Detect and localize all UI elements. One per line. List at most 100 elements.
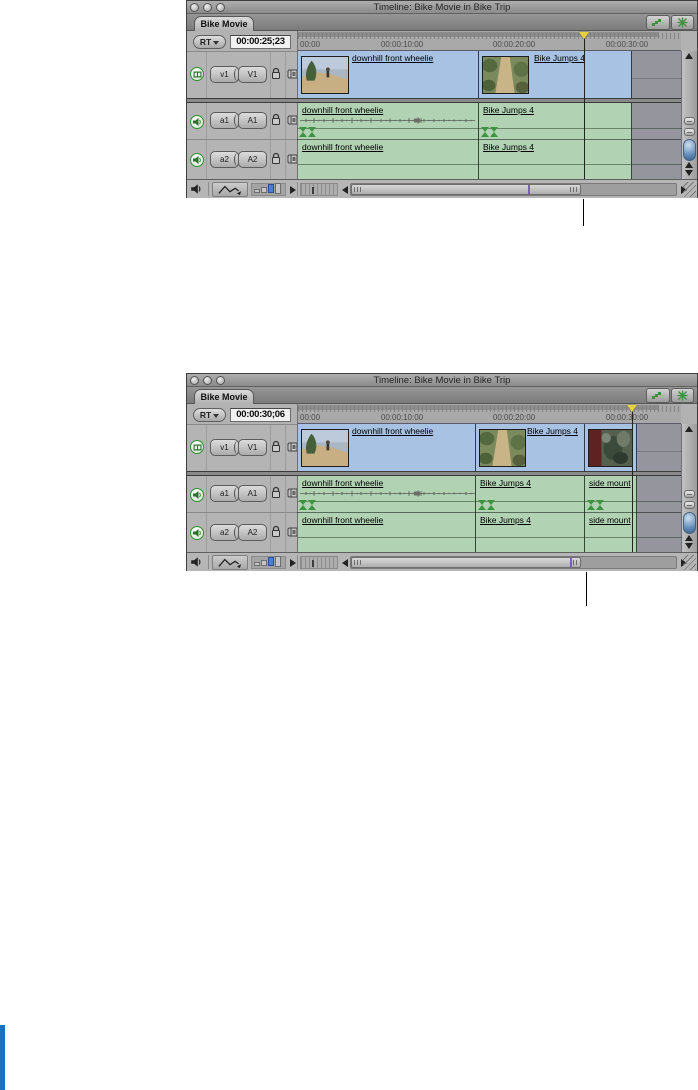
scroll-up-arrow[interactable] — [685, 53, 693, 59]
track-area-shade-handle[interactable] — [684, 117, 695, 125]
track-visibility-button[interactable] — [190, 67, 204, 81]
playhead[interactable] — [579, 32, 589, 39]
sequence-tab[interactable]: Bike Movie — [194, 389, 254, 404]
scrollbar-thumb[interactable] — [683, 139, 696, 161]
audio-clip[interactable]: Bike Jumps 4 — [479, 103, 632, 140]
sequence-tab[interactable]: Bike Movie — [194, 16, 254, 31]
track-height-medium[interactable] — [261, 187, 267, 193]
track-area-shade-handle[interactable] — [684, 490, 695, 498]
destination-control-A2[interactable]: A2 — [238, 524, 267, 541]
audible-button[interactable] — [190, 183, 202, 195]
vertical-scrollbar[interactable] — [681, 51, 697, 179]
scroll-down-arrow[interactable] — [685, 170, 693, 176]
video-track-v1[interactable]: downhill front wheelie Bike Jumps 4 — [297, 51, 681, 98]
horizontal-scrollbar-thumb[interactable] — [351, 184, 581, 195]
audio-clip[interactable]: downhill front wheelie — [298, 103, 479, 140]
video-clip[interactable]: Bike Jumps 4 — [476, 424, 585, 471]
track-height-small[interactable] — [254, 189, 260, 193]
track-audible-button[interactable] — [190, 526, 204, 540]
video-clip[interactable]: downhill front wheelie — [298, 424, 476, 471]
audio-clip[interactable]: downhill front wheelie — [298, 140, 479, 179]
horizontal-scrollbar[interactable] — [350, 183, 677, 196]
video-track-v1[interactable]: downhill front wheelie Bike Jumps 4 — [297, 424, 681, 471]
rt-popup[interactable]: RT — [193, 408, 226, 422]
track-height-control[interactable] — [251, 556, 286, 569]
audio-clip[interactable]: Bike Jumps 4 — [476, 513, 585, 552]
track-height-medium[interactable] — [261, 560, 267, 566]
track-audible-button[interactable] — [190, 153, 204, 167]
audio-clip[interactable]: side mount — [585, 513, 637, 552]
track-height-selected[interactable] — [268, 184, 274, 193]
track-height-large[interactable] — [275, 556, 281, 567]
destination-control-A1[interactable]: A1 — [238, 112, 267, 129]
scroll-up-arrow[interactable] — [685, 162, 693, 168]
lock-track-button[interactable] — [271, 67, 281, 80]
zoom-button[interactable] — [216, 3, 225, 12]
lock-track-button[interactable] — [271, 152, 281, 165]
track-height-control[interactable] — [251, 183, 286, 196]
clip-overlays-button[interactable] — [212, 182, 248, 197]
track-visibility-button[interactable] — [190, 440, 204, 454]
audio-clip[interactable]: downhill front wheelie — [298, 476, 476, 513]
current-timecode-field[interactable]: 00:00:30;06 — [230, 408, 291, 422]
zoom-control-marker[interactable] — [312, 187, 314, 194]
destination-control-A2[interactable]: A2 — [238, 151, 267, 168]
audio-clip[interactable]: Bike Jumps 4 — [479, 140, 632, 179]
destination-control-A1[interactable]: A1 — [238, 485, 267, 502]
zoom-control[interactable] — [300, 556, 338, 569]
linked-selection-button[interactable] — [646, 388, 670, 403]
zoom-control[interactable] — [300, 183, 338, 196]
track-area-shade-handle[interactable] — [684, 128, 695, 136]
track-area-shade-handle[interactable] — [684, 501, 695, 509]
playhead[interactable] — [627, 405, 637, 412]
resize-grip[interactable] — [683, 182, 696, 197]
video-clip[interactable]: Bike Jumps 4 — [479, 51, 632, 98]
lock-track-button[interactable] — [271, 486, 281, 499]
tab-bar: Bike Movie — [187, 387, 697, 404]
snapping-button[interactable] — [671, 15, 694, 30]
zoom-button[interactable] — [216, 376, 225, 385]
lock-track-button[interactable] — [271, 440, 281, 453]
horizontal-scrollbar-thumb[interactable] — [351, 557, 581, 568]
vertical-scrollbar[interactable] — [681, 424, 697, 552]
lock-track-button[interactable] — [271, 525, 281, 538]
lock-track-button[interactable] — [271, 113, 281, 126]
snapping-button[interactable] — [671, 388, 694, 403]
destination-control-V1[interactable]: V1 — [238, 66, 267, 83]
close-button[interactable] — [190, 3, 199, 12]
video-clip[interactable] — [585, 424, 637, 471]
track-height-large[interactable] — [275, 183, 281, 194]
scroll-up-arrow[interactable] — [685, 535, 693, 541]
resize-grip[interactable] — [683, 555, 696, 570]
rt-popup[interactable]: RT — [193, 35, 226, 49]
track-height-selected[interactable] — [268, 557, 274, 566]
video-audio-divider[interactable] — [187, 471, 681, 476]
audio-track-a2[interactable]: downhill front wheelie Bike Jumps 4 — [297, 140, 681, 179]
current-timecode-field[interactable]: 00:00:25;23 — [230, 35, 291, 49]
clip-overlays-button[interactable] — [212, 555, 248, 570]
title-bar[interactable]: Timeline: Bike Movie in Bike Trip — [187, 1, 697, 14]
audio-clip[interactable]: downhill front wheelie — [298, 513, 476, 552]
zoom-control-marker[interactable] — [312, 560, 314, 567]
scroll-left-arrow[interactable] — [340, 183, 350, 196]
scroll-up-arrow[interactable] — [685, 426, 693, 432]
horizontal-scrollbar[interactable] — [350, 556, 677, 569]
video-audio-divider[interactable] — [187, 98, 681, 103]
scroll-left-arrow[interactable] — [340, 556, 350, 569]
video-clip[interactable]: downhill front wheelie — [298, 51, 479, 98]
track-audible-button[interactable] — [190, 488, 204, 502]
title-bar[interactable]: Timeline: Bike Movie in Bike Trip — [187, 374, 697, 387]
scrollbar-thumb[interactable] — [683, 512, 696, 534]
track-audible-button[interactable] — [190, 115, 204, 129]
minimize-button[interactable] — [203, 3, 212, 12]
close-button[interactable] — [190, 376, 199, 385]
scroll-down-arrow[interactable] — [685, 543, 693, 549]
destination-control-V1[interactable]: V1 — [238, 439, 267, 456]
linked-selection-button[interactable] — [646, 15, 670, 30]
timeline-ruler[interactable]: 00:00 00:00:10:00 00:00:20:00 00:00:30:0… — [297, 31, 681, 51]
minimize-button[interactable] — [203, 376, 212, 385]
track-height-small[interactable] — [254, 562, 260, 566]
audio-track-a2[interactable]: downhill front wheelie Bike Jumps 4 side… — [297, 513, 681, 552]
audible-button[interactable] — [190, 556, 202, 568]
timeline-ruler[interactable]: 00:00 00:00:10:00 00:00:20:00 00:00:30:0… — [297, 404, 681, 424]
